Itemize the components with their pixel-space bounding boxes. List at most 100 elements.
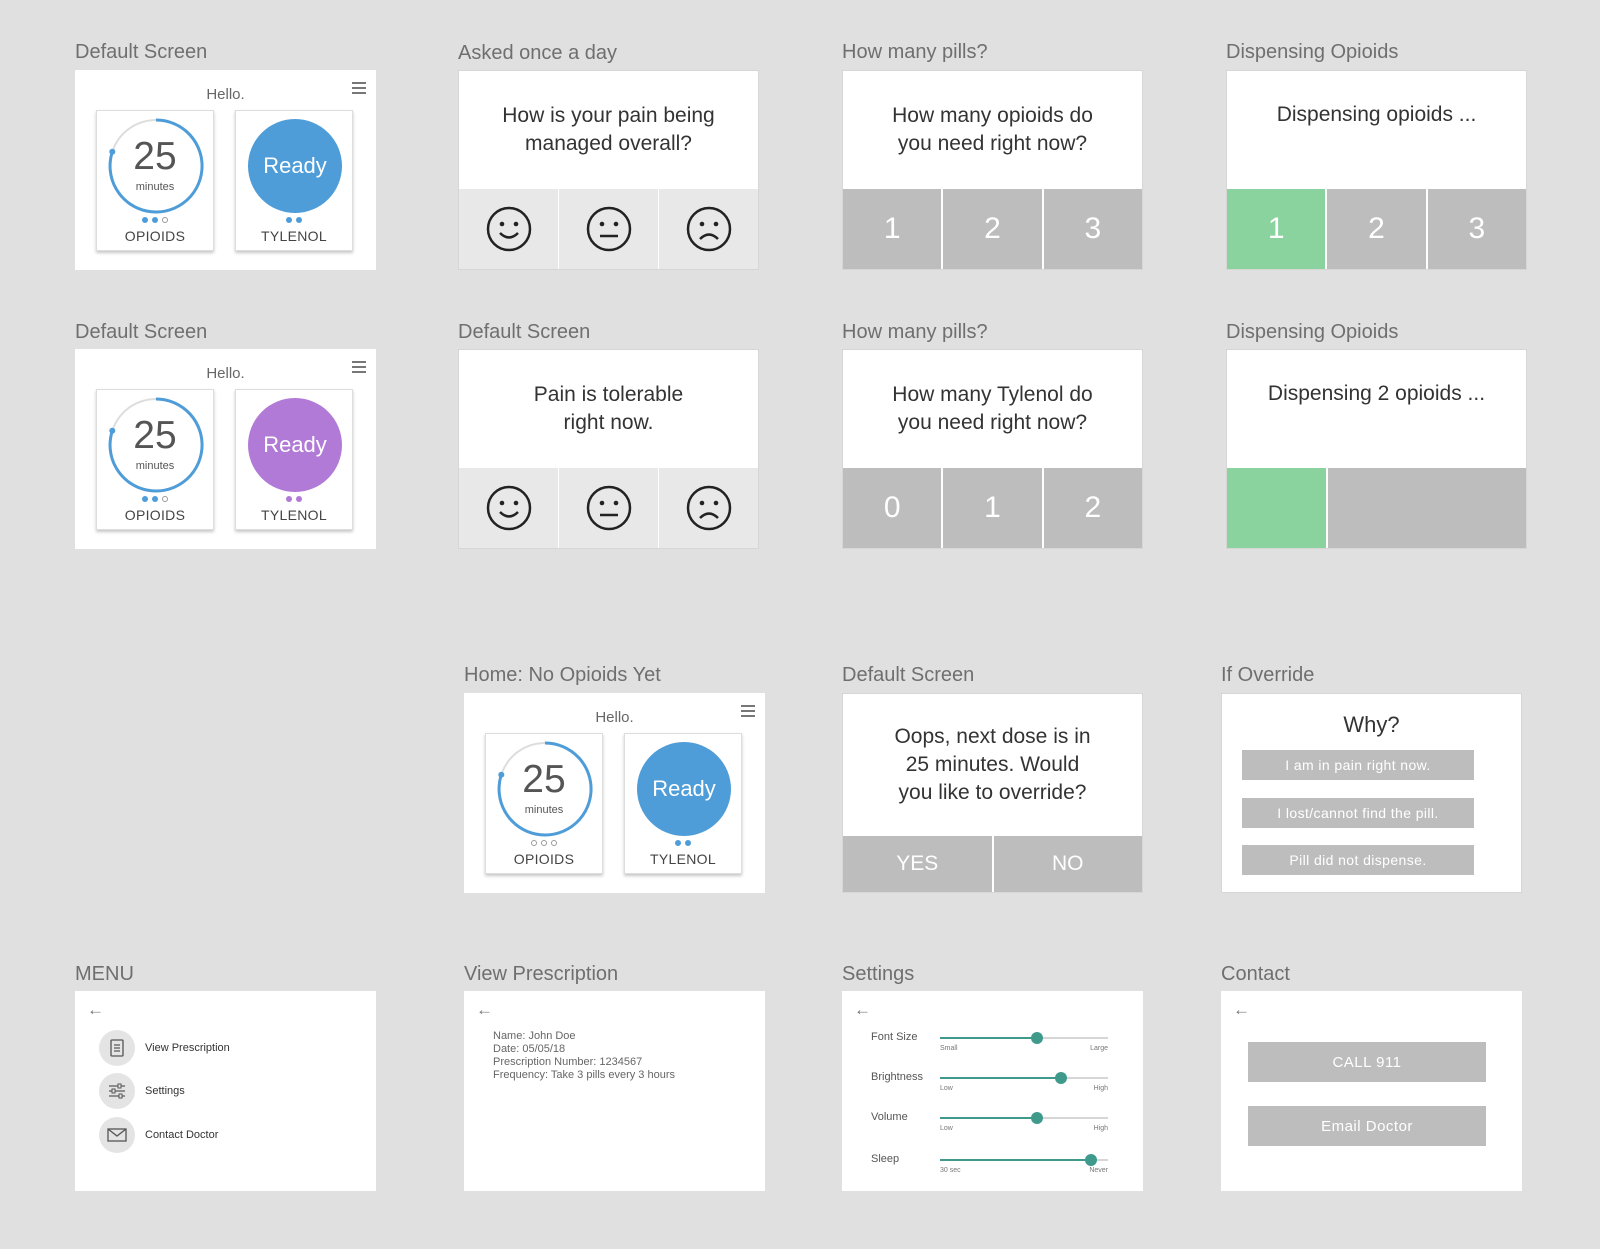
- screen-label: Contact: [1221, 963, 1290, 985]
- dispensing-text: Dispensing opioids ...: [1276, 103, 1477, 126]
- back-arrow-icon[interactable]: ←: [476, 1000, 493, 1020]
- count-option-button[interactable]: 1: [1227, 189, 1326, 269]
- font-size-slider[interactable]: [940, 1032, 1108, 1044]
- slider-min-label: Low: [940, 1085, 953, 1092]
- override-reason-card: Why? I am in pain right now. I lost/cann…: [1221, 693, 1522, 893]
- pain-now-card: Pain is tolerable right now.: [458, 349, 759, 549]
- reason-lost-pill-button[interactable]: I lost/cannot find the pill.: [1242, 798, 1474, 828]
- sad-face-button[interactable]: [658, 468, 758, 548]
- volume-slider[interactable]: [940, 1112, 1108, 1124]
- opioids-label: OPIOIDS: [124, 228, 186, 244]
- tylenol-tile[interactable]: Ready TYLENOL: [624, 733, 742, 874]
- call-911-button[interactable]: CALL 911: [1248, 1042, 1486, 1082]
- tylenol-tile[interactable]: Ready TYLENOL: [235, 110, 353, 251]
- screen-label: Settings: [842, 963, 915, 985]
- screen-label: How many pills?: [842, 321, 988, 343]
- screen-label: Asked once a day: [458, 42, 617, 64]
- neutral-face-icon: [586, 485, 631, 531]
- menu-icon[interactable]: [352, 358, 366, 376]
- dose-dots: [236, 496, 352, 502]
- reason-pain-button[interactable]: I am in pain right now.: [1242, 750, 1474, 780]
- count-option-button[interactable]: 1: [941, 468, 1042, 548]
- menu-item-label: View Prescription: [145, 1042, 230, 1054]
- home-screen-card: Hello. 25 minutes OPIOIDS Ready TYLENOL: [75, 70, 376, 270]
- email-doctor-button[interactable]: Email Doctor: [1248, 1106, 1486, 1146]
- neutral-face-button[interactable]: [558, 189, 658, 269]
- count-option-button[interactable]: 1: [843, 189, 942, 269]
- brightness-setting: Brightness Low High: [842, 1071, 1143, 1101]
- count-option-button[interactable]: 0: [843, 468, 942, 548]
- opioids-tile[interactable]: 25 minutes OPIOIDS: [96, 110, 214, 251]
- dose-dots: [97, 496, 213, 502]
- sad-face-icon: [686, 206, 731, 252]
- opioids-tile[interactable]: 25 minutes OPIOIDS: [96, 389, 214, 530]
- yes-button[interactable]: YES: [843, 836, 992, 892]
- sad-face-button[interactable]: [658, 189, 758, 269]
- dose-dots: [625, 840, 741, 846]
- screen-label: Dispensing Opioids: [1226, 41, 1399, 63]
- volume-setting: Volume Low High: [842, 1111, 1143, 1141]
- opioids-tile[interactable]: 25 minutes OPIOIDS: [485, 733, 603, 874]
- prescription-name: Name: John Doe: [493, 1030, 576, 1042]
- count-option-button[interactable]: 3: [1425, 189, 1526, 269]
- ready-indicator: Ready: [637, 742, 731, 836]
- setting-name: Volume: [871, 1111, 908, 1123]
- dispense-card: Dispensing opioids ... 1 2 3: [1226, 70, 1527, 270]
- dose-dots: [486, 840, 602, 846]
- contact-card: ← CALL 911 Email Doctor: [1221, 991, 1522, 1191]
- no-button[interactable]: NO: [991, 836, 1142, 892]
- slider-thumb[interactable]: [1031, 1032, 1044, 1044]
- menu-item-settings[interactable]: Settings: [99, 1073, 185, 1109]
- count-option-button[interactable]: 2: [1041, 468, 1142, 548]
- happy-face-button[interactable]: [459, 189, 558, 269]
- happy-face-icon: [486, 206, 531, 252]
- slider-max-label: Large: [1090, 1045, 1108, 1052]
- screen-label: How many pills?: [842, 41, 988, 63]
- slider-max-label: Never: [1089, 1167, 1108, 1174]
- menu-item-view-prescription[interactable]: View Prescription: [99, 1030, 230, 1066]
- sleep-slider[interactable]: [940, 1154, 1108, 1166]
- count-option-button[interactable]: 2: [1325, 189, 1426, 269]
- menu-card: ← View Prescription Settings Contact Doc…: [75, 991, 376, 1191]
- screen-label: Dispensing Opioids: [1226, 321, 1399, 343]
- document-icon: [110, 1039, 124, 1057]
- progress-remaining: [1326, 468, 1526, 548]
- happy-face-button[interactable]: [459, 468, 558, 548]
- menu-item-contact-doctor[interactable]: Contact Doctor: [99, 1117, 218, 1153]
- tylenol-count-card: How many Tylenol do you need right now? …: [842, 349, 1143, 549]
- menu-item-label: Contact Doctor: [145, 1129, 219, 1141]
- happy-face-icon: [486, 485, 531, 531]
- home-screen-card: Hello. 25 minutes OPIOIDS Ready TYLENOL: [464, 693, 765, 893]
- ready-indicator: Ready: [248, 119, 342, 213]
- tylenol-tile[interactable]: Ready TYLENOL: [235, 389, 353, 530]
- neutral-face-icon: [586, 206, 631, 252]
- slider-thumb[interactable]: [1085, 1154, 1098, 1166]
- count-option-button[interactable]: 3: [1041, 189, 1142, 269]
- back-arrow-icon[interactable]: ←: [87, 1000, 104, 1020]
- prescription-number: Prescription Number: 1234567: [493, 1056, 643, 1068]
- count-option-button[interactable]: 2: [941, 189, 1042, 269]
- back-arrow-icon[interactable]: ←: [1233, 1000, 1250, 1020]
- pain-daily-card: How is your pain being managed overall?: [458, 70, 759, 270]
- question-text: Oops, next dose is in 25 minutes. Would …: [894, 725, 1091, 804]
- reason-no-dispense-button[interactable]: Pill did not dispense.: [1242, 845, 1474, 875]
- back-arrow-icon[interactable]: ←: [854, 1000, 871, 1020]
- brightness-slider[interactable]: [940, 1072, 1108, 1084]
- question-text: Pain is tolerable right now.: [533, 383, 684, 434]
- screen-label: If Override: [1221, 664, 1315, 686]
- neutral-face-button[interactable]: [558, 468, 658, 548]
- countdown-value: 25: [133, 414, 177, 457]
- prescription-frequency: Frequency: Take 3 pills every 3 hours: [493, 1069, 675, 1081]
- greeting: Hello.: [595, 709, 634, 726]
- prescription-details: Name: John Doe Date: 05/05/18 Prescripti…: [493, 1030, 675, 1082]
- menu-icon[interactable]: [741, 702, 755, 720]
- slider-thumb[interactable]: [1031, 1112, 1044, 1124]
- question-text: How many opioids do you need right now?: [892, 104, 1093, 155]
- ready-indicator: Ready: [248, 398, 342, 492]
- menu-icon[interactable]: [352, 79, 366, 97]
- override-prompt-card: Oops, next dose is in 25 minutes. Would …: [842, 693, 1143, 893]
- dispense-progress-bar: [1227, 468, 1526, 548]
- countdown-unit: minutes: [135, 181, 175, 193]
- tylenol-label: TYLENOL: [261, 228, 327, 244]
- slider-thumb[interactable]: [1054, 1072, 1067, 1084]
